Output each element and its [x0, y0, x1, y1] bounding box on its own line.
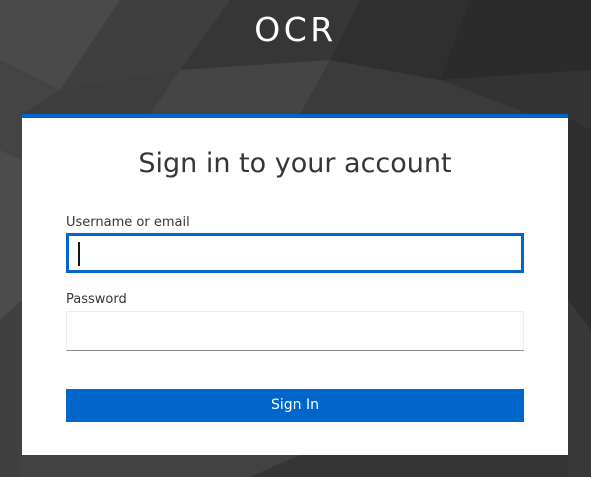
password-input[interactable]: [66, 311, 524, 351]
login-title: Sign in to your account: [138, 148, 452, 179]
username-label: Username or email: [66, 215, 190, 230]
brand-title: OCR: [254, 10, 337, 49]
sign-in-button[interactable]: Sign In: [66, 389, 524, 422]
login-card: Sign in to your account Username or emai…: [22, 114, 568, 455]
text-caret-icon: [78, 242, 80, 266]
username-input[interactable]: [66, 233, 524, 273]
password-label: Password: [66, 292, 127, 307]
